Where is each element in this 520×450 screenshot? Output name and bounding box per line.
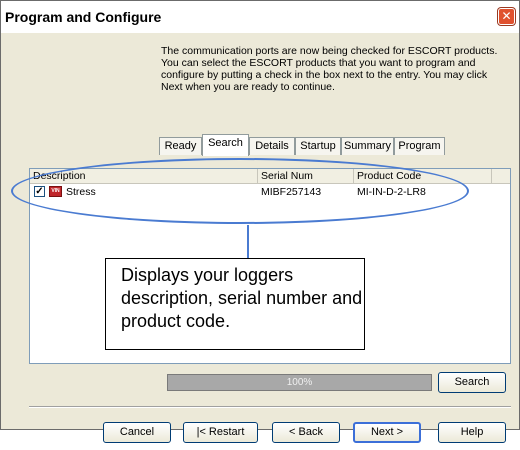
intro-text: The communication ports are now being ch… xyxy=(161,45,498,93)
tab-summary[interactable]: Summary xyxy=(341,137,394,155)
search-button[interactable]: Search xyxy=(438,372,506,393)
cancel-button[interactable]: Cancel xyxy=(103,422,171,443)
back-button[interactable]: < Back xyxy=(272,422,340,443)
callout-connector xyxy=(247,225,249,258)
program-configure-window: Program and Configure ✕ The communicatio… xyxy=(0,0,520,443)
window-title: Program and Configure xyxy=(5,9,162,25)
next-button[interactable]: Next > xyxy=(353,422,421,443)
tab-program[interactable]: Program xyxy=(394,137,445,155)
title-bar: Program and Configure ✕ xyxy=(1,1,519,33)
tab-search[interactable]: Search xyxy=(202,134,249,156)
tab-details[interactable]: Details xyxy=(249,137,295,155)
restart-button[interactable]: |< Restart xyxy=(183,422,258,443)
close-button[interactable]: ✕ xyxy=(498,8,515,25)
divider xyxy=(29,406,511,408)
tab-startup[interactable]: Startup xyxy=(295,137,341,155)
search-progress-bar: 100% xyxy=(167,374,432,391)
help-button[interactable]: Help xyxy=(438,422,506,443)
annotation-callout: Displays your loggers description, seria… xyxy=(105,258,365,350)
highlight-oval xyxy=(11,158,469,224)
tab-ready[interactable]: Ready xyxy=(159,137,202,155)
